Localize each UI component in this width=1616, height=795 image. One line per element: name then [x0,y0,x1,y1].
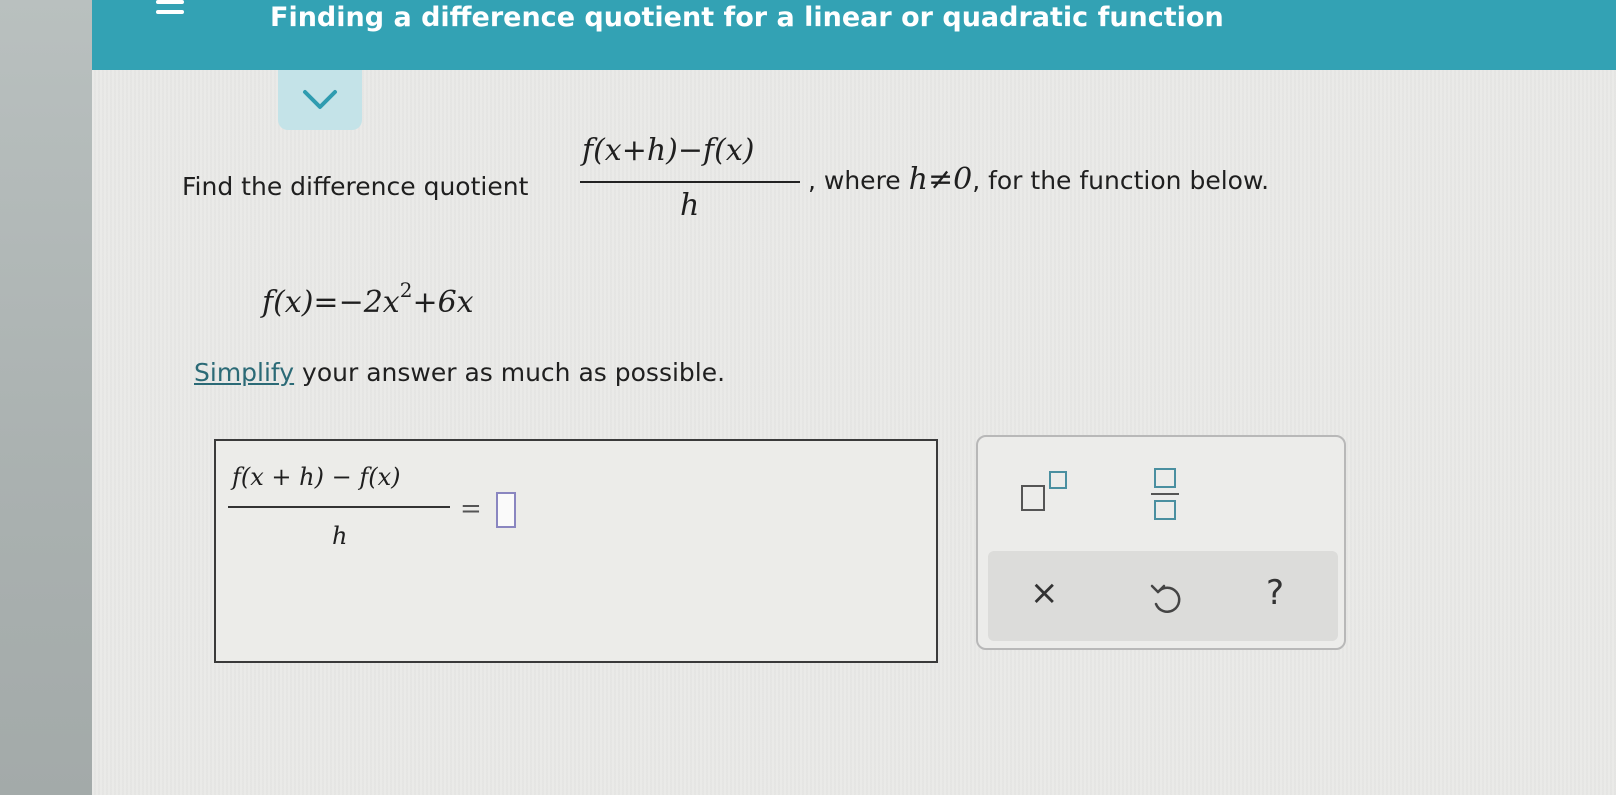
question-intro: Find the difference quotient [182,172,529,201]
function-exponent: 2 [399,278,413,302]
answer-fraction-bar [228,506,450,508]
simplify-link[interactable]: Simplify [194,358,294,387]
condition-math: h≠0 [908,162,973,197]
condition-prefix: , where [808,166,901,195]
quotient-numerator: f(x+h)−f(x) [582,133,755,168]
answer-numerator: f(x + h) − f(x) [232,463,401,491]
answer-denominator: h [332,522,348,550]
function-lhs: f(x)=−2x [262,285,400,320]
answer-equals: = [460,494,482,524]
clear-button[interactable]: × [1030,573,1059,613]
condition-suffix: , for the function below. [972,166,1270,195]
function-definition: f(x)=−2x2+6x [262,278,474,320]
simplify-instruction: Simplify your answer as much as possible… [194,358,725,387]
answer-input[interactable] [496,492,516,528]
undo-icon[interactable] [1148,578,1184,618]
menu-icon-bar [156,0,184,4]
simplify-rest: your answer as much as possible. [294,358,726,387]
fraction-bar [580,181,800,183]
menu-button[interactable] [150,0,190,28]
menu-icon-bar [156,10,184,14]
fraction-button-icon[interactable] [1148,465,1182,523]
exponent-button-icon[interactable] [1018,468,1074,516]
chevron-down-icon [303,90,337,109]
page-title: Finding a difference quotient for a line… [270,2,1224,33]
condition-text: , where h≠0, for the function below. [808,162,1269,197]
left-margin [0,0,92,795]
help-button[interactable]: ? [1266,573,1284,613]
quotient-denominator: h [680,188,700,223]
collapse-toggle[interactable] [278,70,362,130]
function-rhs: +6x [412,285,474,320]
